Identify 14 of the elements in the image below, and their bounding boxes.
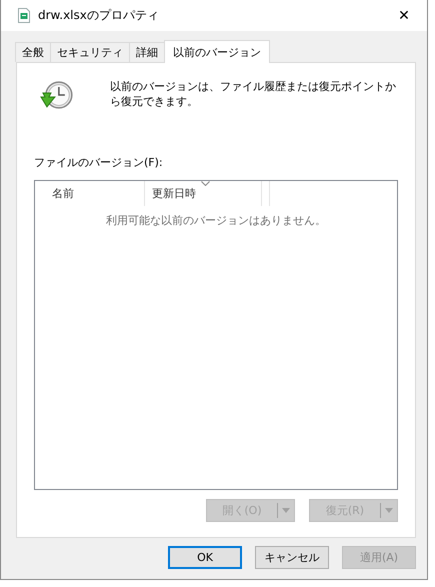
- dropdown-caret-icon: [385, 508, 393, 513]
- dialog-button[interactable]: キャンセル: [255, 546, 329, 569]
- description-text: 以前のバージョンは、ファイル履歴または復元ポイントから復元できます。: [110, 79, 397, 109]
- column-header[interactable]: 更新日時: [145, 181, 262, 206]
- dropdown-caret-icon: [282, 508, 290, 513]
- empty-message: 利用可能な以前のバージョンはありません。: [106, 213, 326, 228]
- tab[interactable]: 全般: [15, 42, 51, 62]
- dialog-button[interactable]: OK: [168, 546, 242, 569]
- column-header[interactable]: 名前: [35, 181, 145, 206]
- versions-list[interactable]: 名前 更新日時 利用可能な以前のバージョンはありません。: [34, 180, 398, 490]
- list-label: ファイルのバージョン(F):: [34, 155, 164, 170]
- window-title: drw.xlsxのプロパティ: [38, 7, 160, 24]
- spreadsheet-file-icon: [18, 8, 30, 23]
- tab[interactable]: 以前のバージョン: [164, 40, 270, 63]
